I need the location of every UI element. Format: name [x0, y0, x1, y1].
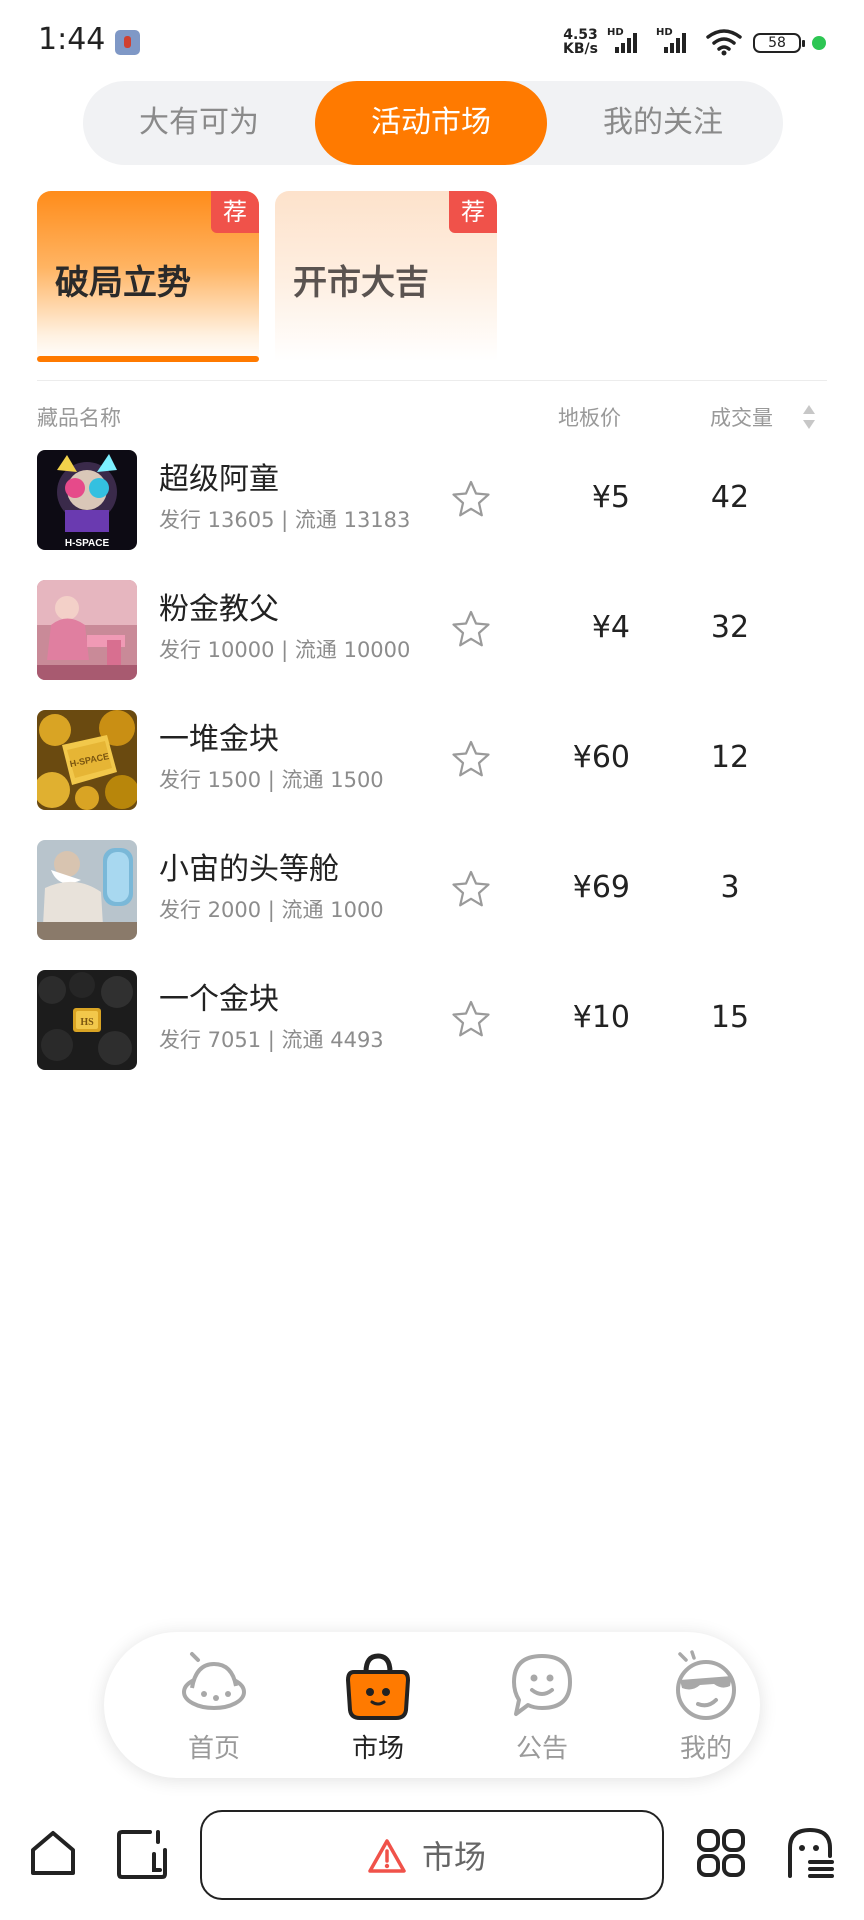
collectible-name: 一个金块 — [159, 982, 279, 1017]
market-page: 1:44 4.53 KB/s HD HD 58 大有可为 活动市场 我的关注 破… — [0, 0, 864, 1920]
tab-my-follows[interactable]: 我的关注 — [547, 81, 779, 165]
recommend-badge: 荐 — [211, 191, 259, 233]
active-card-indicator — [37, 356, 259, 362]
floor-price: ¥10 — [572, 1000, 630, 1035]
collectible-image: H-SPACE — [37, 450, 137, 550]
nav-label: 公告 — [515, 1734, 568, 1764]
planet-icon — [182, 1652, 246, 1710]
address-text: 市场 — [422, 1838, 487, 1876]
trade-volume: 12 — [710, 740, 750, 775]
warning-triangle-icon — [368, 1839, 406, 1873]
browser-home-icon[interactable] — [28, 1828, 78, 1878]
collectible-thumbnail — [37, 580, 137, 680]
tab-da-you-ke-wei[interactable]: 大有可为 — [83, 81, 315, 165]
favorite-star-icon[interactable] — [450, 478, 492, 520]
collectible-name: 一堆金块 — [159, 722, 279, 757]
floor-price: ¥5 — [591, 480, 630, 515]
bottom-navigation: 首页 市场 公告 我的 — [104, 1632, 760, 1778]
collectible-thumbnail: HS — [37, 970, 137, 1070]
activity-card-title: 破局立势 — [55, 263, 191, 303]
table-row[interactable]: H-SPACE 一堆金块 发行 1500 | 流通 1500 ¥60 12 — [0, 710, 864, 840]
network-speed-unit: KB/s — [563, 41, 598, 57]
activity-card-title: 开市大吉 — [293, 263, 429, 303]
collectible-thumbnail — [37, 840, 137, 940]
signal-icon-sim2: HD — [656, 27, 698, 55]
floor-price: ¥4 — [591, 610, 630, 645]
table-row[interactable]: HS 一个金块 发行 7051 | 流通 4493 ¥10 15 — [0, 970, 864, 1100]
favorite-star-icon[interactable] — [450, 998, 492, 1040]
collectible-image: H-SPACE — [37, 710, 137, 810]
battery-indicator: 58 — [753, 33, 805, 53]
signal-icon-sim1: HD — [607, 27, 649, 55]
collectible-thumbnail: H-SPACE — [37, 710, 137, 810]
network-speed: 4.53 KB/s — [563, 28, 598, 56]
favorite-star-icon[interactable] — [450, 608, 492, 650]
nav-label: 首页 — [187, 1734, 240, 1764]
floor-price: ¥60 — [572, 740, 630, 775]
browser-apps-icon[interactable] — [696, 1828, 746, 1878]
collectible-image — [37, 840, 137, 940]
browser-ghost-icon[interactable] — [784, 1826, 836, 1878]
collectible-supply: 发行 7051 | 流通 4493 — [159, 1028, 384, 1052]
favorite-star-icon[interactable] — [450, 868, 492, 910]
svg-text:H-SPACE: H-SPACE — [65, 538, 110, 549]
recommend-badge: 荐 — [449, 191, 497, 233]
table-row[interactable]: 粉金教父 发行 10000 | 流通 10000 ¥4 32 — [0, 580, 864, 710]
floor-price: ¥69 — [572, 870, 630, 905]
shopping-bag-icon — [345, 1653, 411, 1720]
collectible-supply: 发行 10000 | 流通 10000 — [159, 638, 411, 662]
trade-volume: 32 — [710, 610, 750, 645]
cool-face-icon — [676, 1650, 736, 1720]
favorite-star-icon[interactable] — [450, 738, 492, 780]
nav-mine[interactable]: 我的 — [630, 1632, 770, 1778]
column-header-floor-price[interactable]: 地板价 — [558, 402, 621, 432]
collectible-image — [37, 580, 137, 680]
collectible-image: HS — [37, 970, 137, 1070]
nav-announcements[interactable]: 公告 — [466, 1632, 606, 1778]
status-time: 1:44 — [38, 22, 106, 57]
collectible-name: 粉金教父 — [159, 592, 279, 627]
column-header-volume[interactable]: 成交量 — [710, 402, 773, 432]
collectible-name: 超级阿童 — [159, 462, 279, 497]
trade-volume: 3 — [720, 870, 740, 905]
network-speed-value: 4.53 — [563, 27, 598, 43]
collectible-thumbnail: H-SPACE — [37, 450, 137, 550]
activity-card-po-ju-li-shi[interactable]: 破局立势 荐 — [37, 191, 259, 361]
wifi-icon — [706, 29, 742, 56]
trade-volume: 15 — [710, 1000, 750, 1035]
trade-volume: 42 — [710, 480, 750, 515]
privacy-indicator-dot — [812, 36, 826, 50]
collectible-supply: 发行 1500 | 流通 1500 — [159, 768, 384, 792]
column-header-name: 藏品名称 — [37, 406, 121, 430]
browser-tabs-icon[interactable] — [116, 1828, 168, 1880]
nav-market[interactable]: 市场 — [302, 1632, 442, 1778]
sort-icon[interactable] — [802, 405, 816, 429]
table-row[interactable]: H-SPACE 超级阿童 发行 13605 | 流通 13183 ¥5 42 — [0, 450, 864, 580]
chat-bubble-icon — [512, 1654, 572, 1716]
address-bar[interactable]: 市场 — [200, 1810, 664, 1900]
status-bar: 1:44 4.53 KB/s HD HD 58 — [0, 0, 864, 80]
nav-label: 市场 — [351, 1734, 404, 1764]
nav-label: 我的 — [679, 1734, 732, 1764]
nav-home[interactable]: 首页 — [138, 1632, 278, 1778]
top-tabs: 大有可为 活动市场 我的关注 — [83, 81, 783, 165]
table-row[interactable]: 小宙的头等舱 发行 2000 | 流通 1000 ¥69 3 — [0, 840, 864, 970]
collectible-supply: 发行 13605 | 流通 13183 — [159, 508, 411, 532]
activity-card-kai-shi-da-ji[interactable]: 开市大吉 荐 — [275, 191, 497, 361]
tab-activity-market[interactable]: 活动市场 — [315, 81, 547, 165]
collectible-supply: 发行 2000 | 流通 1000 — [159, 898, 384, 922]
svg-text:HS: HS — [80, 1017, 94, 1028]
notification-app-icon — [115, 30, 140, 55]
collectible-name: 小宙的头等舱 — [159, 852, 339, 887]
divider — [37, 380, 827, 381]
